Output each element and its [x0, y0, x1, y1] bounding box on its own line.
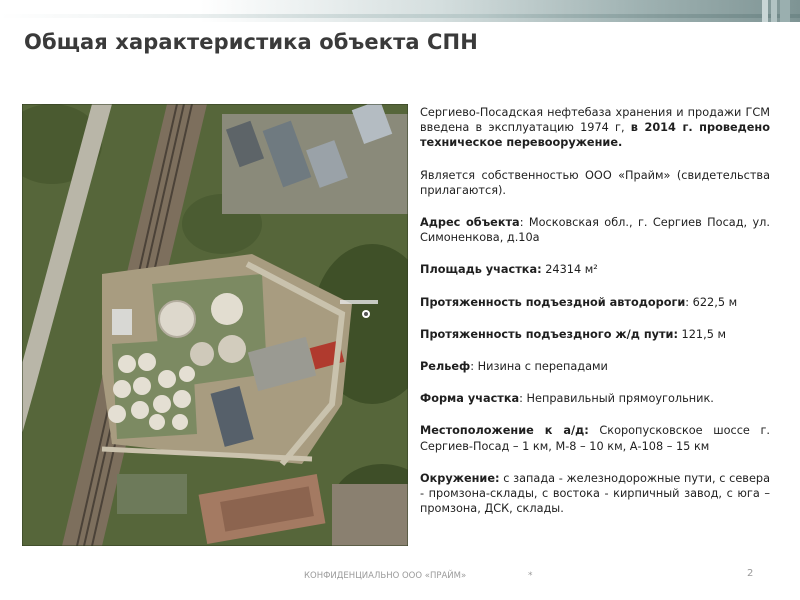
row-value: 24314 м² — [541, 263, 598, 277]
top-decorative-blocks — [762, 0, 790, 22]
page-number: 2 — [747, 568, 754, 579]
row-label: Протяженность подъездного ж/д пути: — [420, 327, 678, 341]
decor-block — [780, 0, 790, 22]
location-row: Местоположение к а/д: Скоропусковское шо… — [420, 423, 770, 453]
decor-block — [762, 0, 768, 22]
owner-paragraph: Является собственностью ООО «Прайм» (сви… — [420, 168, 770, 197]
row-value: : Неправильный прямоугольник. — [519, 392, 714, 406]
relief-row: Рельеф: Низина с перепадами — [420, 359, 770, 374]
surroundings-row: Окружение: с запада - железнодорожные пу… — [420, 471, 770, 517]
row-label: Окружение: — [420, 471, 500, 485]
decor-block — [771, 0, 777, 22]
satellite-image — [22, 104, 408, 546]
info-panel: Сергиево-Посадская нефтебаза хранения и … — [420, 105, 770, 533]
row-value: : 622,5 м — [685, 295, 738, 309]
row-label: Площадь участка: — [420, 263, 542, 277]
intro-paragraph: Сергиево-Посадская нефтебаза хранения и … — [420, 105, 770, 151]
top-decorative-band — [0, 0, 800, 22]
row-label: Протяженность подъездной автодороги — [420, 295, 686, 309]
row-label: Рельеф — [420, 360, 471, 374]
footer-confidential: КОНФИДЕНЦИАЛЬНО ООО «ПРАЙМ» — [304, 571, 467, 581]
row-value: 121,5 м — [677, 327, 727, 341]
top-decorative-stripe — [0, 14, 800, 18]
row-label: Форма участка — [420, 392, 520, 406]
access-road-row: Протяженность подъездной автодороги: 622… — [420, 295, 770, 310]
plot-shape-row: Форма участка: Неправильный прямоугольни… — [420, 391, 770, 406]
slide-title: Общая характеристика объекта СПН — [24, 30, 478, 54]
row-label: Адрес объекта — [420, 216, 520, 230]
footer-star: * — [528, 571, 533, 581]
area-row: Площадь участка: 24314 м² — [420, 262, 770, 277]
rail-track-row: Протяженность подъездного ж/д пути: 121,… — [420, 327, 770, 342]
address-row: Адрес объекта: Московская обл., г. Серги… — [420, 215, 770, 245]
row-label: Местоположение к а/д: — [420, 424, 589, 438]
row-value: : Низина с перепадами — [470, 360, 608, 374]
